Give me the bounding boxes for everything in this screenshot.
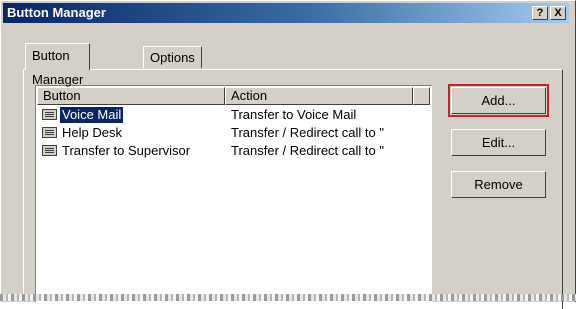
- list-item-action: Transfer / Redirect call to ": [231, 143, 384, 158]
- add-button[interactable]: Add...: [448, 84, 549, 117]
- list-item-action: Transfer / Redirect call to ": [231, 125, 384, 140]
- close-button[interactable]: X: [550, 6, 566, 20]
- button-icon: [42, 109, 57, 120]
- tab-button-manager[interactable]: Button Manager: [25, 43, 91, 87]
- button-icon: [42, 127, 57, 138]
- button-manager-dialog: Button Manager ? X Button Manager Option…: [0, 0, 576, 309]
- list-item[interactable]: Voice Mail Transfer to Voice Mail: [37, 106, 429, 124]
- list-header: Button Action: [37, 87, 430, 105]
- list-item[interactable]: Transfer to Supervisor Transfer / Redire…: [37, 142, 429, 160]
- button-icon: [42, 145, 57, 156]
- edit-button[interactable]: Edit...: [451, 129, 546, 156]
- list-item-name: Voice Mail: [60, 107, 124, 123]
- title-bar[interactable]: Button Manager ? X: [3, 3, 569, 23]
- remove-button[interactable]: Remove: [451, 171, 546, 198]
- list-item[interactable]: Help Desk Transfer / Redirect call to ": [37, 124, 429, 142]
- torn-edge-divider: [0, 294, 576, 301]
- help-button[interactable]: ?: [532, 6, 548, 20]
- window-title: Button Manager: [7, 5, 106, 20]
- button-list[interactable]: Button Action Voice Mail Transfer to Voi…: [35, 85, 432, 302]
- list-item-action: Transfer to Voice Mail: [231, 107, 357, 122]
- list-item-name: Help Desk: [62, 125, 122, 140]
- column-header-action[interactable]: Action: [225, 87, 413, 105]
- tab-options[interactable]: Options: [143, 46, 202, 68]
- list-item-name: Transfer to Supervisor: [62, 143, 191, 158]
- column-header-filler: [413, 87, 430, 105]
